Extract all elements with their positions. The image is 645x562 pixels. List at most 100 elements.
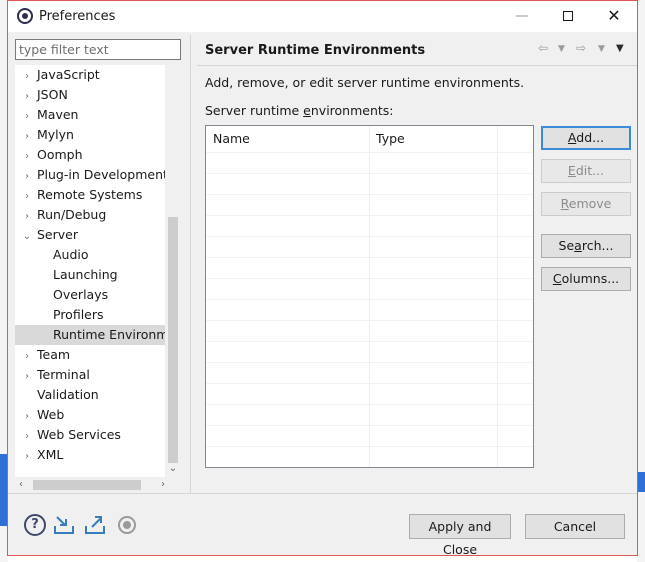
button-label: Se (558, 238, 575, 253)
filter-input[interactable] (15, 39, 181, 60)
tree-item[interactable]: Validation (15, 385, 171, 405)
tree-item[interactable]: › JavaScript (15, 65, 171, 85)
tree-item[interactable]: › XML (15, 445, 171, 465)
back-arrow-icon[interactable]: ⇦ (538, 41, 548, 55)
tree-item-label: Plug-in Development (37, 167, 168, 182)
cancel-button[interactable]: Cancel (525, 514, 625, 539)
chevron-right-icon[interactable]: › (21, 167, 33, 185)
column-header-type[interactable]: Type (369, 126, 497, 152)
tree-horizontal-scrollbar[interactable]: ‹ › (15, 477, 181, 493)
footer-separator (8, 493, 637, 494)
button-label: olumns... (561, 271, 620, 286)
chevron-right-icon[interactable]: › (21, 187, 33, 205)
chevron-right-icon[interactable]: › (21, 107, 33, 125)
tree-item[interactable]: › Maven (15, 105, 171, 125)
tree-item[interactable]: Runtime Environme (15, 325, 171, 345)
scrollbar-thumb[interactable] (168, 217, 178, 463)
button-label: emove (568, 196, 612, 211)
apply-and-close-button[interactable]: Apply and Close (409, 514, 511, 557)
tree-item-label: Mylyn (37, 127, 74, 142)
chevron-right-icon[interactable]: › (21, 207, 33, 225)
tree-vertical-scrollbar[interactable]: ⌄ (165, 65, 181, 477)
table-label: Server runtime environments: (205, 103, 394, 118)
column-header-name[interactable]: Name (206, 126, 369, 152)
tree-item[interactable]: › Terminal (15, 365, 171, 385)
scroll-down-icon[interactable]: ⌄ (165, 461, 181, 477)
scroll-left-icon[interactable]: ‹ (19, 477, 23, 493)
table-row (206, 446, 533, 447)
scroll-right-icon[interactable]: › (161, 477, 165, 493)
back-menu-icon[interactable]: ▼ (558, 44, 565, 54)
chevron-right-icon[interactable]: › (21, 427, 33, 445)
mnemonic: A (567, 130, 577, 145)
tree-item[interactable]: › Team (15, 345, 171, 365)
import-icon[interactable] (53, 514, 75, 536)
table-label-mnemonic: e (303, 103, 311, 118)
pane-divider[interactable] (190, 35, 191, 493)
tree-item[interactable]: › Web Services (15, 425, 171, 445)
tree-item[interactable]: › Run/Debug (15, 205, 171, 225)
tree-item[interactable]: › Web (15, 405, 171, 425)
title-bar[interactable]: Preferences — ✕ (8, 1, 637, 32)
add-button[interactable]: Add... (541, 126, 631, 150)
help-icon[interactable]: ? (24, 514, 46, 536)
tree-item[interactable]: › Remote Systems (15, 185, 171, 205)
table-label-text: Server runtime (205, 103, 304, 118)
button-label: dd... (576, 130, 605, 145)
tree-item[interactable]: ⌄ Server (15, 225, 171, 245)
tree-item[interactable]: › Mylyn (15, 125, 171, 145)
tree-item-label: Web (37, 407, 65, 422)
minimize-button[interactable]: — (499, 1, 545, 32)
maximize-button[interactable] (545, 1, 591, 32)
tree-item-label: Audio (53, 247, 89, 262)
tree-item[interactable]: › Oomph (15, 145, 171, 165)
table-row (206, 299, 533, 300)
tree-item-label: Run/Debug (37, 207, 107, 222)
tree-item[interactable]: › JSON (15, 85, 171, 105)
mnemonic: E (567, 163, 576, 178)
page-description: Add, remove, or edit server runtime envi… (205, 75, 525, 90)
table-row (206, 173, 533, 174)
chevron-right-icon[interactable]: › (21, 347, 33, 365)
tree-item[interactable]: › Plug-in Development (15, 165, 171, 185)
header-separator (197, 65, 637, 66)
record-icon[interactable] (118, 516, 136, 534)
tree-item-label: JSON (37, 87, 68, 102)
tree-item[interactable]: Overlays (15, 285, 171, 305)
runtime-environments-table[interactable]: Name Type (205, 125, 534, 468)
tree-item-label: XML (37, 447, 64, 462)
table-row (206, 341, 533, 342)
view-menu-icon[interactable]: ▼ (616, 43, 624, 54)
search-button[interactable]: Search... (541, 234, 631, 258)
background-app-right (637, 0, 645, 562)
tree-item-label: Launching (53, 267, 118, 282)
close-button[interactable]: ✕ (591, 1, 637, 32)
tree-item-label: Team (37, 347, 71, 362)
page-title: Server Runtime Environments (205, 43, 426, 58)
mnemonic: C (552, 271, 562, 286)
forward-menu-icon[interactable]: ▼ (598, 44, 605, 54)
tree-item[interactable]: Profilers (15, 305, 171, 325)
chevron-right-icon[interactable]: › (21, 367, 33, 385)
chevron-right-icon[interactable]: › (21, 407, 33, 425)
chevron-right-icon[interactable]: › (21, 67, 33, 85)
chevron-right-icon[interactable]: › (21, 147, 33, 165)
scrollbar-thumb[interactable] (33, 480, 141, 490)
tree-item[interactable]: Audio (15, 245, 171, 265)
chevron-right-icon[interactable]: › (21, 447, 33, 465)
chevron-down-icon[interactable]: ⌄ (21, 227, 33, 245)
column-divider (497, 126, 498, 467)
columns-button[interactable]: Columns... (541, 267, 631, 291)
export-icon[interactable] (84, 514, 106, 536)
preferences-tree[interactable]: › XML › Web Services › Web Validation › Terminal… (15, 65, 181, 493)
tree-item-label: Validation (37, 387, 99, 402)
forward-arrow-icon[interactable]: ⇨ (576, 41, 586, 55)
chevron-right-icon[interactable]: › (21, 127, 33, 145)
table-row (206, 152, 533, 153)
tree-item[interactable]: Launching (15, 265, 171, 285)
edit-button[interactable]: Edit... (541, 159, 631, 183)
chevron-right-icon[interactable]: › (21, 87, 33, 105)
close-icon: ✕ (607, 6, 621, 25)
remove-button[interactable]: Remove (541, 192, 631, 216)
column-divider (369, 126, 370, 467)
